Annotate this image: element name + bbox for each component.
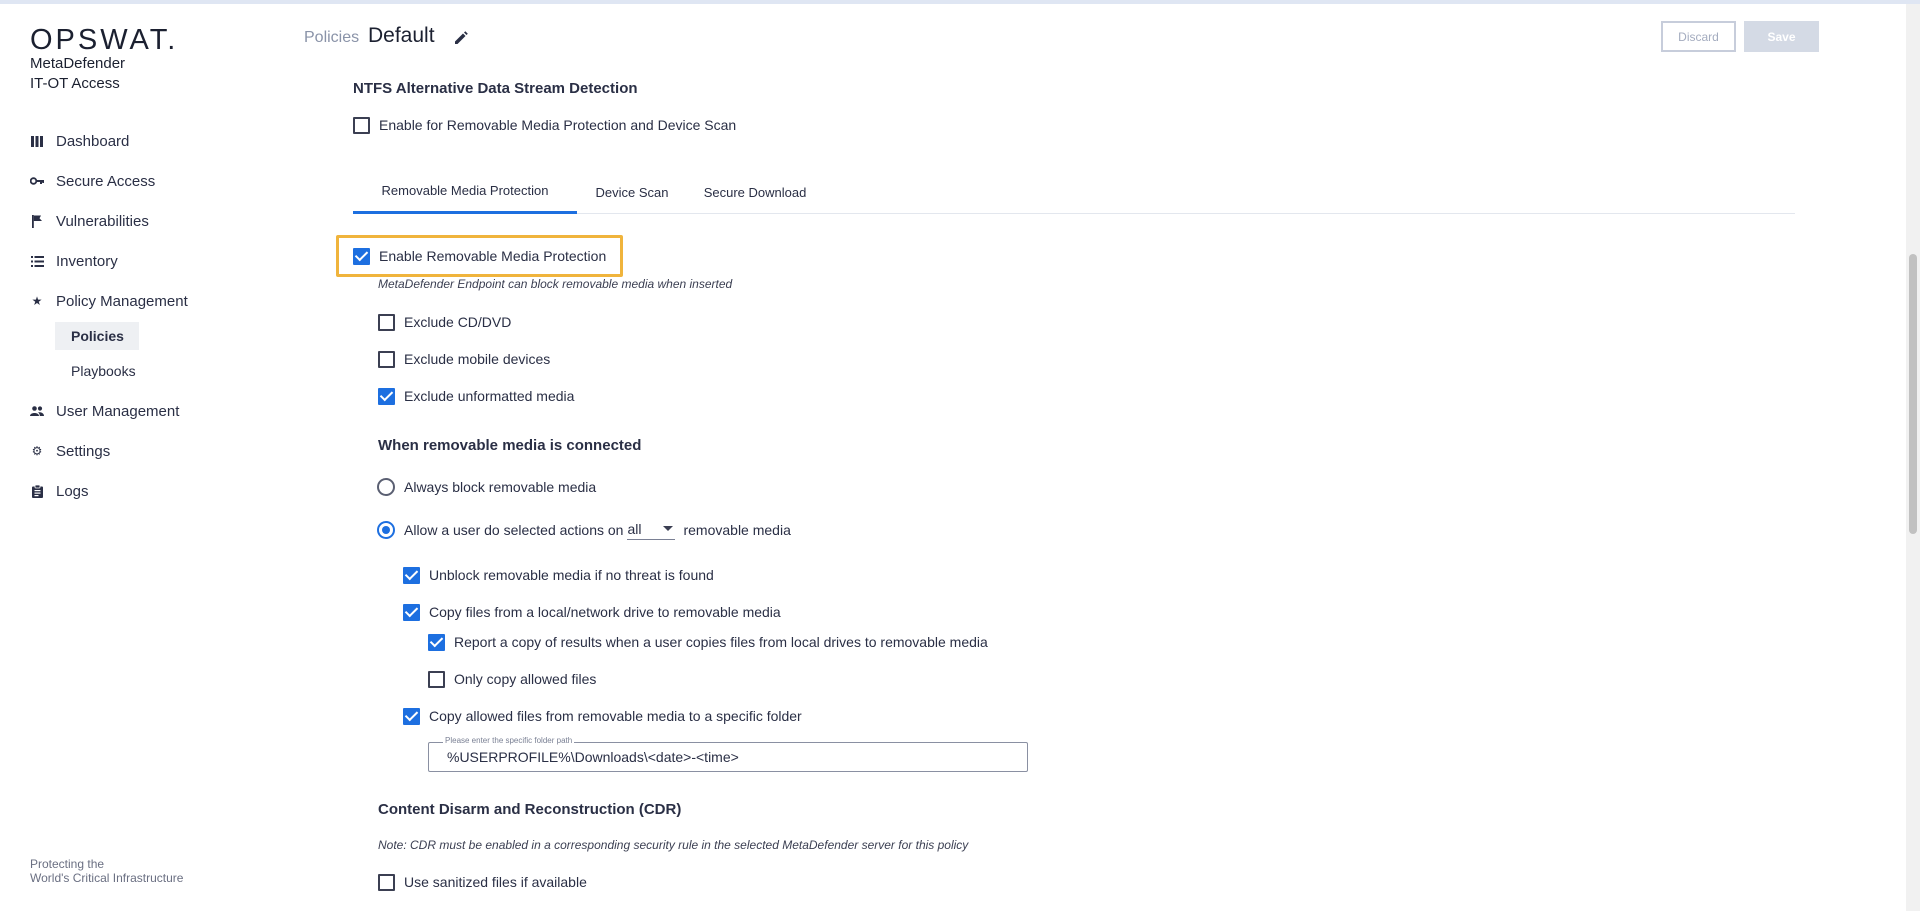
sidebar-item-logs[interactable]: Logs — [30, 479, 89, 503]
report-copy-label: Report a copy of results when a user cop… — [454, 634, 988, 650]
allow-actions-row[interactable]: Allow a user do selected actions on all … — [377, 520, 791, 540]
rmp-enable-label: Enable Removable Media Protection — [379, 248, 607, 264]
product-name-line1: MetaDefender — [30, 55, 126, 72]
always-block-label: Always block removable media — [404, 479, 597, 495]
tab-device-scan[interactable]: Device Scan — [577, 170, 687, 214]
sidebar-item-label: Vulnerabilities — [56, 212, 149, 230]
list-icon — [30, 254, 44, 268]
copy-from-media-label: Copy allowed files from removable media … — [429, 708, 802, 724]
pencil-icon[interactable] — [453, 30, 469, 46]
sidebar-item-settings[interactable]: ⚙ Settings — [30, 439, 111, 463]
sidebar-item-vulnerabilities[interactable]: Vulnerabilities — [30, 209, 149, 233]
rmp-enable-row[interactable]: Enable Removable Media Protection — [353, 246, 606, 266]
product-name-line2: IT-OT Access — [30, 75, 120, 92]
users-icon — [30, 404, 44, 418]
allow-actions-radio[interactable] — [377, 521, 395, 539]
page-title: Default — [368, 24, 435, 47]
sidebar-subitem-policies[interactable]: Policies — [55, 322, 139, 350]
exclude-cd-checkbox[interactable] — [378, 313, 395, 331]
ntfs-section-title: NTFS Alternative Data Stream Detection — [353, 80, 638, 97]
only-allowed-row[interactable]: Only copy allowed files — [428, 669, 596, 689]
sidebar-item-label: Settings — [56, 442, 111, 460]
always-block-row[interactable]: Always block removable media — [377, 477, 596, 497]
folder-path-value: %USERPROFILE%\Downloads\<date>-<time> — [447, 749, 739, 765]
copy-to-media-row[interactable]: Copy files from a local/network drive to… — [403, 602, 781, 622]
flag-icon — [30, 214, 44, 228]
always-block-radio[interactable] — [377, 478, 395, 496]
sidebar-item-dashboard[interactable]: Dashboard — [30, 129, 129, 153]
allow-actions-label-suffix: removable media — [683, 522, 791, 538]
policy-tabs: Removable Media Protection Device Scan S… — [353, 170, 1795, 214]
ntfs-enable-checkbox[interactable] — [353, 116, 370, 134]
folder-path-placeholder: Please enter the specific folder path — [443, 736, 575, 745]
exclude-cd-label: Exclude CD/DVD — [404, 314, 512, 330]
ntfs-enable-row[interactable]: Enable for Removable Media Protection an… — [353, 115, 736, 135]
chevron-down-icon — [663, 526, 674, 531]
exclude-mobile-label: Exclude mobile devices — [404, 351, 551, 367]
use-sanitized-row[interactable]: Use sanitized files if available — [378, 872, 587, 892]
copy-to-media-checkbox[interactable] — [403, 603, 420, 621]
tagline: Protecting the World's Critical Infrastr… — [30, 857, 183, 885]
page-scrollbar[interactable] — [1906, 4, 1920, 911]
folder-path-input[interactable]: Please enter the specific folder path %U… — [428, 736, 1028, 772]
cdr-section-title: Content Disarm and Reconstruction (CDR) — [378, 801, 682, 818]
use-sanitized-label: Use sanitized files if available — [404, 874, 587, 890]
star-icon: ★ — [31, 294, 43, 308]
report-copy-checkbox[interactable] — [428, 633, 445, 651]
copy-to-media-label: Copy files from a local/network drive to… — [429, 604, 781, 620]
rmp-enable-checkbox[interactable] — [353, 247, 370, 265]
exclude-mobile-row[interactable]: Exclude mobile devices — [378, 349, 550, 369]
gear-icon: ⚙ — [31, 444, 43, 458]
breadcrumb-policies[interactable]: Policies — [304, 29, 359, 47]
unblock-row[interactable]: Unblock removable media if no threat is … — [403, 565, 714, 585]
ntfs-enable-label: Enable for Removable Media Protection an… — [379, 117, 737, 133]
save-button[interactable]: Save — [1744, 21, 1819, 52]
only-allowed-checkbox[interactable] — [428, 670, 445, 688]
sidebar-item-policy-management[interactable]: ★ Policy Management — [30, 289, 188, 313]
sidebar-item-label: User Management — [56, 402, 180, 420]
clipboard-icon — [30, 484, 44, 498]
exclude-mobile-checkbox[interactable] — [378, 350, 395, 368]
exclude-cd-row[interactable]: Exclude CD/DVD — [378, 312, 511, 332]
tagline-line2: World's Critical Infrastructure — [30, 871, 184, 885]
tagline-line1: Protecting the — [30, 857, 105, 871]
discard-button[interactable]: Discard — [1661, 21, 1736, 52]
media-scope-dropdown[interactable]: all — [627, 520, 676, 540]
sidebar-item-secure-access[interactable]: Secure Access — [30, 169, 155, 193]
exclude-unformatted-label: Exclude unformatted media — [404, 388, 575, 404]
sidebar-subitem-playbooks[interactable]: Playbooks — [55, 357, 139, 385]
sidebar-item-label: Policy Management — [56, 292, 188, 310]
media-scope-value: all — [627, 520, 642, 537]
sidebar-item-label: Logs — [56, 482, 89, 500]
sidebar-item-user-management[interactable]: User Management — [30, 399, 179, 423]
sidebar-item-inventory[interactable]: Inventory — [30, 249, 118, 273]
use-sanitized-checkbox[interactable] — [378, 873, 395, 891]
product-name: MetaDefender IT-OT Access — [30, 54, 125, 94]
exclude-unformatted-row[interactable]: Exclude unformatted media — [378, 386, 574, 406]
cdr-note: Note: CDR must be enabled in a correspon… — [378, 838, 969, 852]
copy-from-media-checkbox[interactable] — [403, 707, 420, 725]
sidebar: OPSWAT. MetaDefender IT-OT Access Dashbo… — [0, 4, 300, 911]
tab-removable-media-protection[interactable]: Removable Media Protection — [353, 170, 577, 214]
unblock-label: Unblock removable media if no threat is … — [429, 567, 714, 583]
allow-actions-label-prefix: Allow a user do selected actions on — [404, 522, 624, 538]
key-icon — [30, 174, 44, 188]
copy-from-media-row[interactable]: Copy allowed files from removable media … — [403, 706, 802, 726]
sidebar-item-label: Dashboard — [56, 132, 130, 150]
exclude-unformatted-checkbox[interactable] — [378, 387, 395, 405]
report-copy-row[interactable]: Report a copy of results when a user cop… — [428, 632, 988, 652]
sidebar-item-label: Inventory — [56, 252, 118, 270]
only-allowed-label: Only copy allowed files — [454, 671, 597, 687]
rmp-enable-hint: MetaDefender Endpoint can block removabl… — [378, 277, 733, 291]
unblock-checkbox[interactable] — [403, 566, 420, 584]
dashboard-icon — [30, 134, 44, 148]
tab-secure-download[interactable]: Secure Download — [687, 170, 823, 214]
connected-section-title: When removable media is connected — [378, 437, 642, 454]
scrollbar-thumb[interactable] — [1909, 254, 1917, 534]
opswat-logo: OPSWAT. — [30, 24, 179, 56]
sidebar-item-label: Secure Access — [56, 172, 156, 190]
